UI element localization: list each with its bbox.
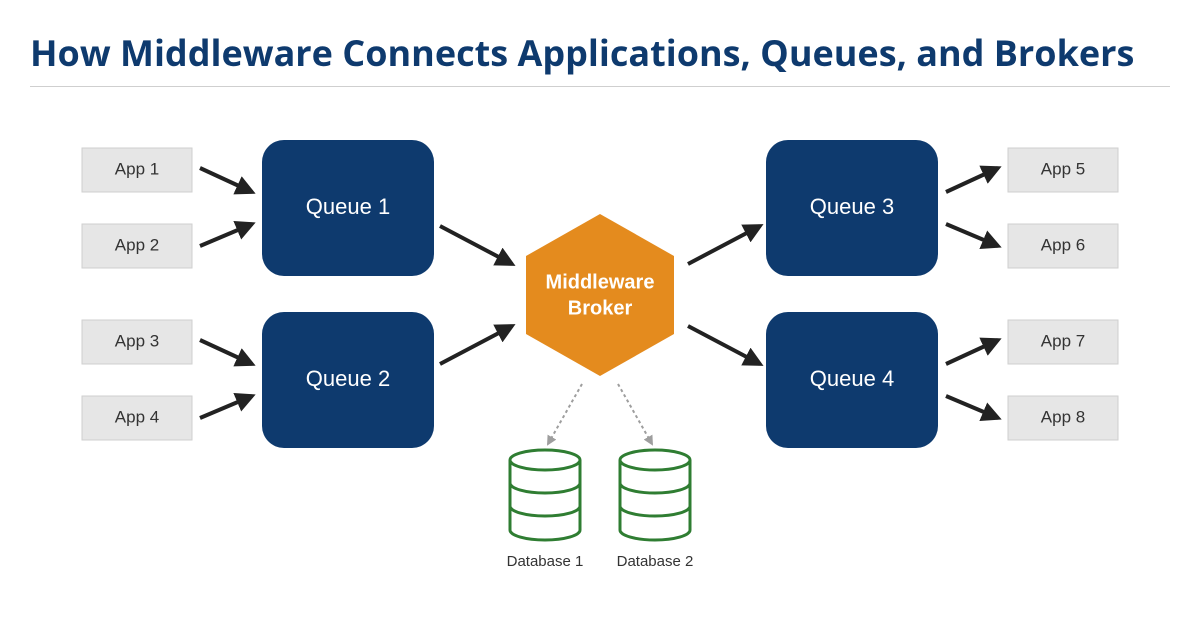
app-label: App 1 — [115, 159, 159, 178]
arrow-icon — [946, 396, 998, 418]
app-box: App 2 — [82, 224, 192, 268]
database-label: Database 2 — [617, 553, 694, 570]
app-label: App 6 — [1041, 235, 1085, 254]
arrow-icon — [946, 340, 998, 364]
queue-box: Queue 1 — [262, 140, 434, 276]
queue-label: Queue 4 — [810, 366, 894, 391]
arrow-icon — [946, 168, 998, 192]
arrow-icon — [440, 326, 512, 364]
app-box: App 8 — [1008, 396, 1118, 440]
broker-label-line2: Broker — [568, 297, 633, 319]
dotted-arrow-icon — [548, 384, 582, 444]
app-label: App 2 — [115, 235, 159, 254]
app-box: App 4 — [82, 396, 192, 440]
app-label: App 8 — [1041, 407, 1085, 426]
database-icon — [510, 450, 580, 540]
arrow-icon — [688, 226, 760, 264]
arrow-icon — [200, 224, 252, 246]
arrow-icon — [946, 224, 998, 246]
dotted-arrow-icon — [618, 384, 652, 444]
queue-box: Queue 2 — [262, 312, 434, 448]
database-icon — [620, 450, 690, 540]
queue-box: Queue 3 — [766, 140, 938, 276]
app-box: App 7 — [1008, 320, 1118, 364]
queue-label: Queue 3 — [810, 194, 894, 219]
arrow-icon — [440, 226, 512, 264]
app-box: App 5 — [1008, 148, 1118, 192]
queue-box: Queue 4 — [766, 312, 938, 448]
app-label: App 3 — [115, 331, 159, 350]
app-label: App 7 — [1041, 331, 1085, 350]
queue-label: Queue 2 — [306, 366, 390, 391]
broker-label-line1: Middleware — [546, 271, 655, 293]
arrow-icon — [200, 168, 252, 192]
database-label: Database 1 — [507, 553, 584, 570]
app-box: App 6 — [1008, 224, 1118, 268]
broker-hexagon: Middleware Broker — [526, 214, 674, 376]
queue-label: Queue 1 — [306, 194, 390, 219]
arrow-icon — [688, 326, 760, 364]
app-label: App 4 — [115, 407, 159, 426]
architecture-diagram: App 1 App 2 App 3 App 4 Queue 1 Queue 2 … — [0, 0, 1200, 630]
app-box: App 1 — [82, 148, 192, 192]
arrow-icon — [200, 396, 252, 418]
arrow-icon — [200, 340, 252, 364]
app-label: App 5 — [1041, 159, 1085, 178]
app-box: App 3 — [82, 320, 192, 364]
